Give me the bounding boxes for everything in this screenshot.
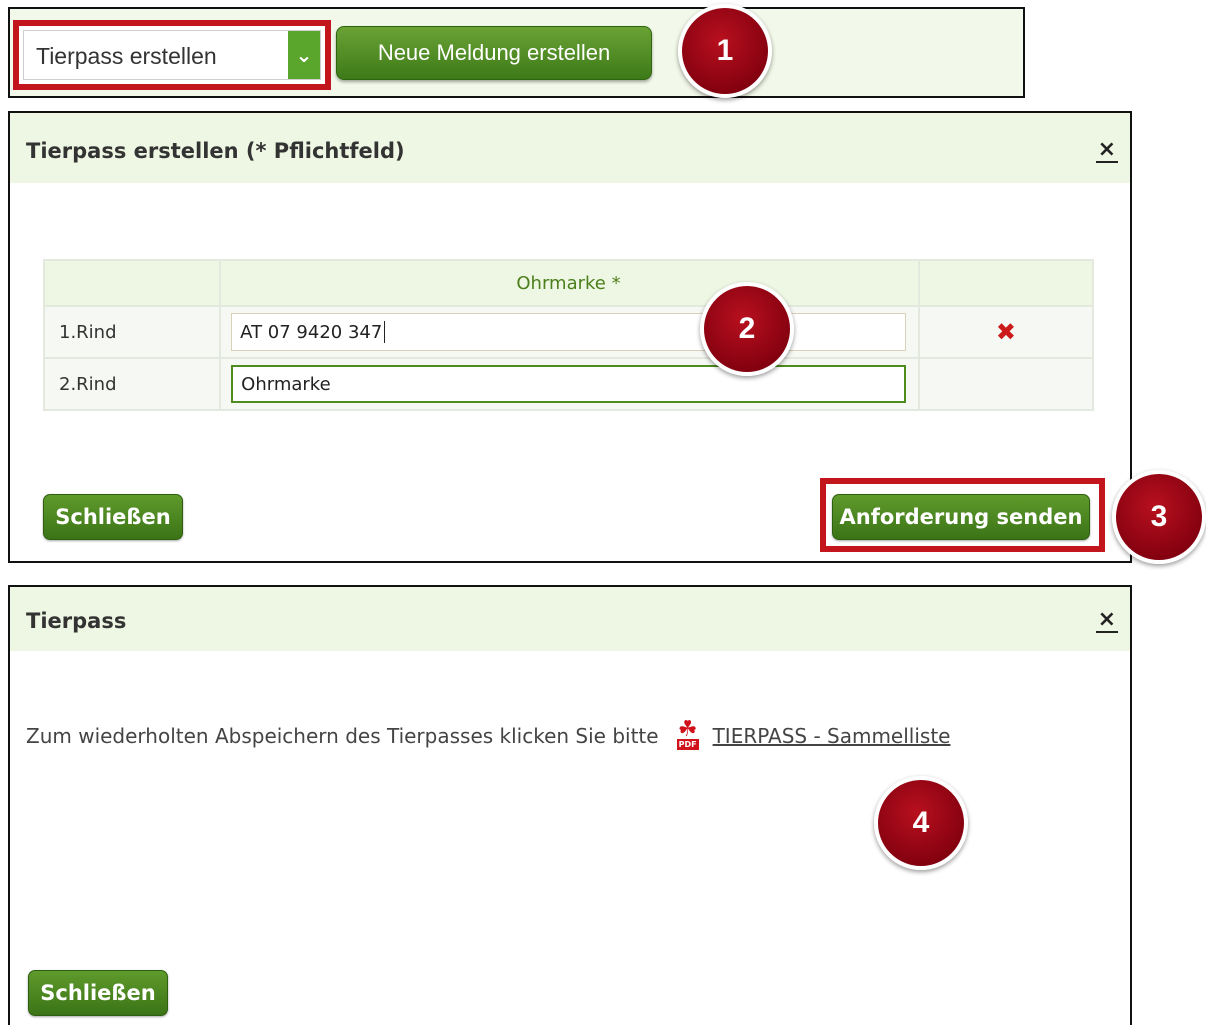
report-type-select-value: Tierpass erstellen — [36, 43, 217, 69]
chevron-down-icon[interactable]: ⌄ — [288, 31, 320, 79]
message-text: Zum wiederholten Abspeichern des Tierpas… — [26, 724, 659, 748]
passport-download-link[interactable]: TIERPASS - Sammelliste — [713, 724, 951, 748]
toolbar: Tierpass erstellen ⌄ Neue Meldung erstel… — [8, 7, 1025, 98]
table-row: 1.Rind AT 07 9420 347 ✖ — [42, 305, 1095, 359]
ear-tag-input-value: AT 07 9420 347 — [240, 321, 383, 343]
download-message: Zum wiederholten Abspeichern des Tierpas… — [26, 719, 950, 753]
text-caret — [384, 321, 386, 343]
ear-tag-input[interactable]: Ohrmarke — [231, 365, 906, 403]
step-badge-2: 2 — [700, 282, 794, 376]
step-badge-4: 4 — [874, 776, 968, 870]
step-badge-3: 3 — [1112, 470, 1206, 564]
table-header-actions — [917, 259, 1095, 307]
row-label: 2.Rind — [42, 357, 222, 411]
dialog-title: Tierpass erstellen (* Pflichtfeld) — [26, 139, 405, 163]
ear-tag-table: Ohrmarke * 1.Rind AT 07 9420 347 ✖ 2.Rin… — [42, 259, 1095, 411]
close-button[interactable]: Schließen — [28, 970, 168, 1016]
dialog-header: Tierpass erstellen (* Pflichtfeld) × — [10, 113, 1130, 183]
report-type-select[interactable]: Tierpass erstellen ⌄ — [23, 30, 321, 80]
table-header-row: Ohrmarke * — [42, 259, 1095, 307]
new-report-button[interactable]: Neue Meldung erstellen — [336, 26, 652, 80]
row-label: 1.Rind — [42, 305, 222, 359]
close-icon[interactable]: × — [1095, 139, 1118, 163]
send-request-button[interactable]: Anforderung senden — [832, 494, 1090, 540]
pdf-icon[interactable]: ☘ PDF — [673, 719, 703, 753]
table-row: 2.Rind Ohrmarke — [42, 357, 1095, 411]
ear-tag-input-placeholder: Ohrmarke — [241, 373, 331, 395]
dialog-header: Tierpass × — [10, 587, 1130, 651]
dialog-title: Tierpass — [26, 609, 127, 633]
delete-row-icon[interactable]: ✖ — [996, 318, 1016, 346]
ear-tag-input[interactable]: AT 07 9420 347 — [231, 313, 906, 351]
close-button[interactable]: Schließen — [43, 494, 183, 540]
step-badge-1: 1 — [678, 4, 772, 98]
table-header-ear-tag: Ohrmarke * — [219, 259, 920, 307]
close-icon[interactable]: × — [1095, 609, 1118, 633]
acrobat-glyph: ☘ — [677, 717, 698, 742]
pdf-tag: PDF — [676, 739, 699, 750]
table-header-empty — [42, 259, 222, 307]
select-highlight-frame: Tierpass erstellen ⌄ — [13, 20, 331, 90]
create-passport-dialog: Tierpass erstellen (* Pflichtfeld) × Ohr… — [8, 111, 1132, 563]
